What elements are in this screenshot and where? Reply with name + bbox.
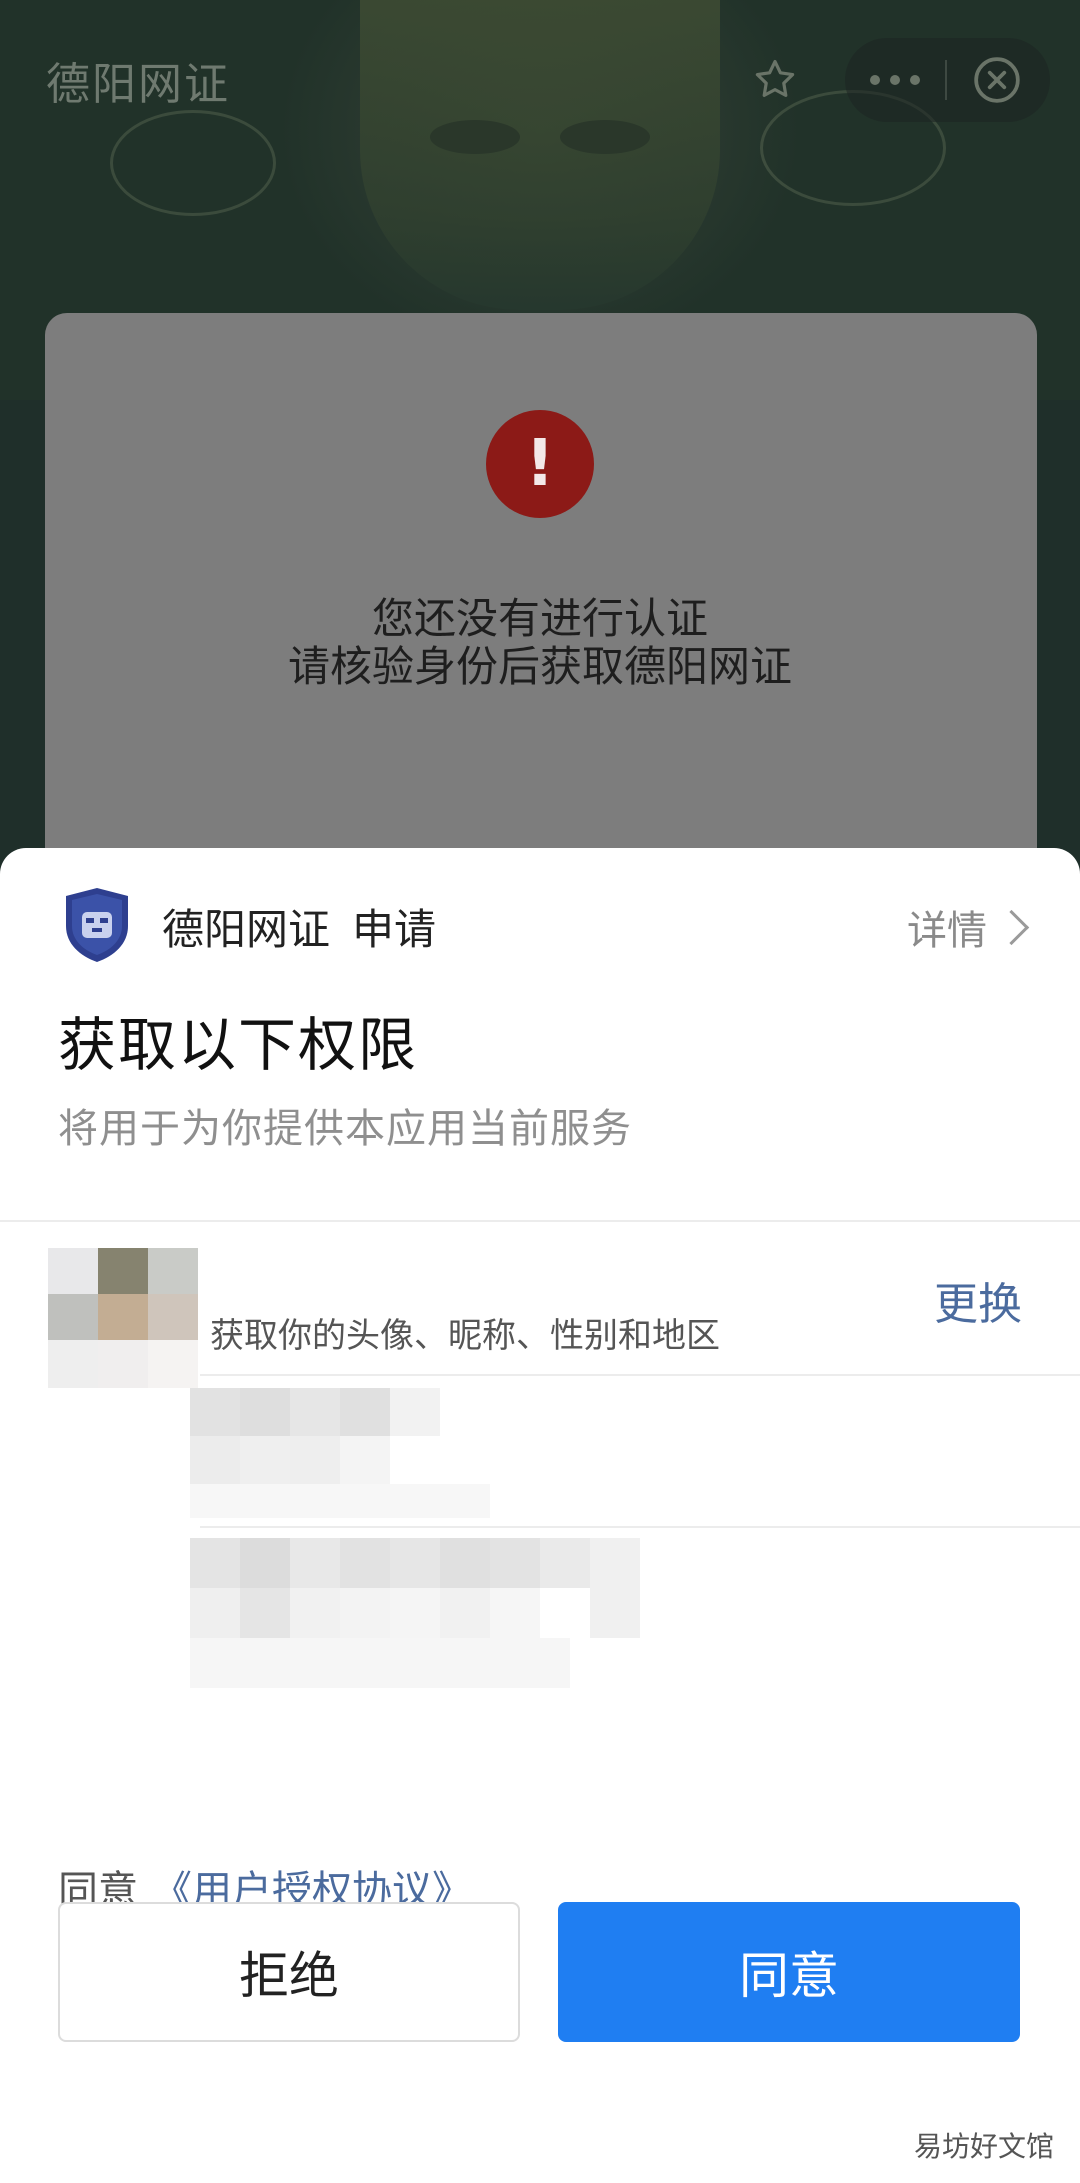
mini-program-topbar: 德阳网证	[0, 0, 1080, 160]
capsule-menu	[845, 38, 1050, 122]
permission-description: 获取你的头像、昵称、性别和地区	[210, 1316, 720, 1356]
change-account-link[interactable]: 更换	[934, 1268, 1022, 1332]
close-circle-icon[interactable]	[947, 38, 1047, 122]
detail-link[interactable]: 详情	[907, 898, 1030, 956]
watermark: 易坊好文馆	[913, 2130, 1054, 2163]
request-label: 申请	[352, 905, 437, 954]
sheet-subtitle: 将用于为你提供本应用当前服务	[58, 1106, 632, 1152]
verify-hint-message: 请核验身份后获取德阳网证	[287, 642, 792, 691]
requester-line: 德阳网证 申请	[162, 896, 436, 957]
app-name: 德阳网证	[162, 905, 331, 954]
chevron-right-icon	[993, 909, 1030, 945]
reject-button[interactable]: 拒绝	[58, 1902, 520, 2042]
exclamation-icon: !	[486, 410, 594, 518]
blurred-account-option[interactable]	[190, 1388, 490, 1518]
blurred-avatar	[48, 1248, 198, 1388]
app-shield-logo	[62, 886, 132, 964]
page-title: 德阳网证	[46, 59, 230, 110]
blurred-account-option[interactable]	[190, 1538, 670, 1688]
exclamation-symbol: !	[525, 427, 555, 501]
agree-button[interactable]: 同意	[558, 1902, 1020, 2042]
divider	[200, 1526, 1080, 1528]
authorization-sheet: 德阳网证 申请 详情 获取以下权限 将用于为你提供本应用当前服务 获取你的头像、昵…	[0, 848, 1080, 2183]
star-icon[interactable]	[745, 50, 805, 110]
sheet-title: 获取以下权限	[58, 1011, 419, 1079]
screen: 德阳网证 ! 您还没有进行认证 请核验身份后获取德阳网证 德阳网证 申请 详情 …	[0, 0, 1080, 2183]
divider	[200, 1374, 1080, 1376]
detail-label: 详情	[907, 908, 987, 954]
divider	[0, 1220, 1080, 1222]
more-dots-icon[interactable]	[845, 38, 945, 122]
